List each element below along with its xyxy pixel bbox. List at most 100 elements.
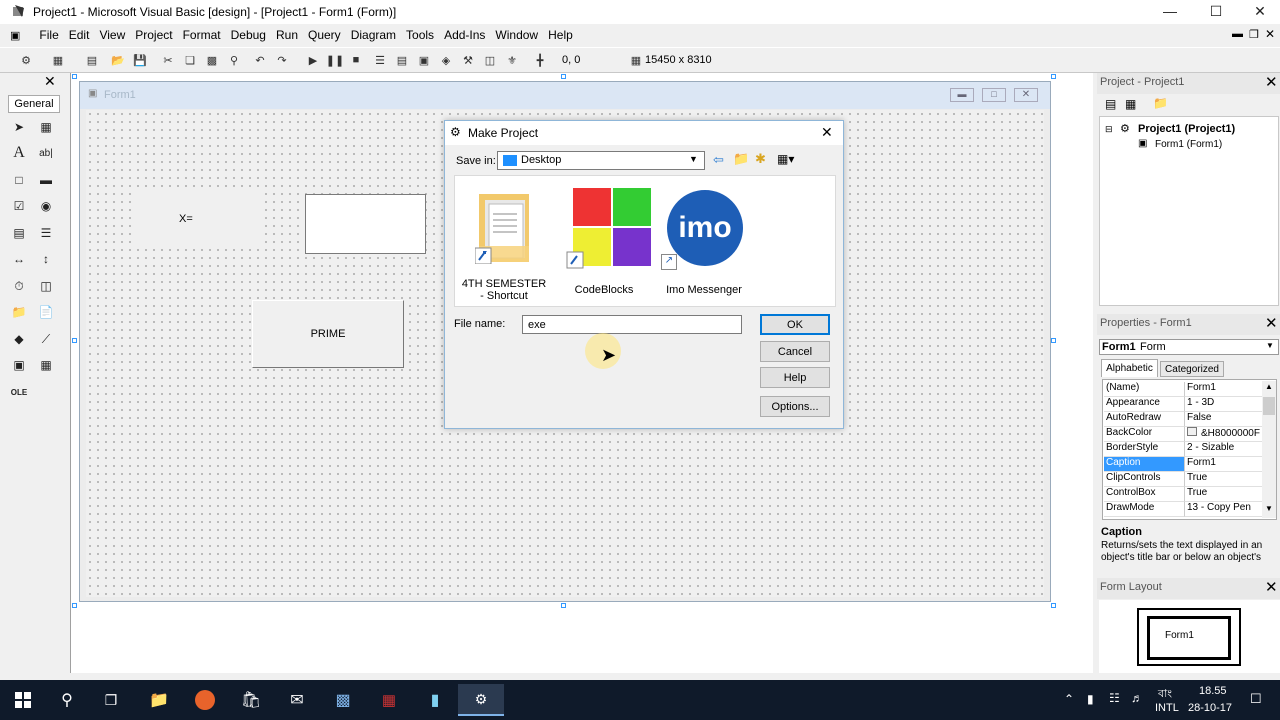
prime-button[interactable]: PRIME (252, 300, 404, 368)
toolbox-tab-general[interactable]: General (8, 95, 60, 113)
network-icon[interactable]: ☷ (1109, 691, 1120, 705)
volume-icon[interactable]: ♬ (1131, 691, 1143, 705)
menu-project[interactable]: Project (130, 28, 177, 42)
store-icon[interactable]: 🛍 (228, 684, 274, 716)
line-tool-icon[interactable]: ⟋ (36, 329, 56, 349)
open-project-icon[interactable]: 📂 (110, 52, 126, 68)
form-layout-icon[interactable]: ▣ (416, 52, 432, 68)
pointer-tool-icon[interactable]: ➤ (9, 117, 29, 137)
drivelistbox-tool-icon[interactable]: ◫ (36, 276, 56, 296)
options-button[interactable]: Options... (760, 396, 830, 417)
tree-form1[interactable]: Form1 (Form1) (1155, 139, 1222, 150)
toolbox-icon[interactable]: ⚒ (460, 52, 476, 68)
property-row[interactable]: AutoRedraw False (1104, 412, 1262, 427)
copy-icon[interactable]: ❏ (182, 52, 198, 68)
resize-handle[interactable] (561, 603, 566, 608)
file-list[interactable]: 4TH SEMESTER - Shortcut CodeBlocks imo ↗… (454, 175, 836, 307)
close-button[interactable]: ✕ (1238, 0, 1280, 22)
textbox-tool-icon[interactable]: ab| (36, 143, 56, 163)
back-icon[interactable]: ⇦ (713, 152, 724, 168)
view-menu-icon[interactable]: ▦▾ (777, 152, 794, 166)
file-explorer-icon[interactable]: 📁 (136, 684, 182, 716)
label-x[interactable]: X= (134, 193, 264, 249)
task-view-icon[interactable]: ❐ (88, 684, 134, 716)
resize-handle[interactable] (1051, 338, 1056, 343)
tab-alphabetic[interactable]: Alphabetic (1101, 359, 1158, 377)
resize-handle[interactable] (72, 338, 77, 343)
resize-handle[interactable] (1051, 74, 1056, 79)
add-project-icon[interactable]: ⚙ (18, 52, 34, 68)
file-name-input[interactable]: exe (522, 315, 742, 334)
menu-debug[interactable]: Debug (226, 28, 271, 42)
start-icon[interactable]: ▶ (305, 52, 321, 68)
dirlistbox-tool-icon[interactable]: 📁 (9, 302, 29, 322)
listbox-tool-icon[interactable]: ☰ (36, 223, 56, 243)
firefox-icon[interactable] (182, 684, 228, 716)
property-row[interactable]: ClipControls True (1104, 472, 1262, 487)
codeblocks-taskbar-icon[interactable]: ▦ (366, 684, 412, 716)
new-folder-icon[interactable]: ✱ (755, 151, 766, 167)
menu-query[interactable]: Query (303, 28, 346, 42)
timer-tool-icon[interactable]: ⏱ (9, 276, 29, 296)
add-form-icon[interactable]: ▦ (50, 52, 66, 68)
notification-icon[interactable]: ☐ (1250, 691, 1262, 707)
toggle-folders-icon[interactable]: 📁 (1153, 96, 1168, 110)
properties-window-icon[interactable]: ▤ (394, 52, 410, 68)
mdi-close-icon[interactable]: ✕ (1265, 27, 1275, 41)
view-object-icon[interactable]: ▦ (1125, 97, 1136, 111)
menu-tools[interactable]: Tools (401, 28, 439, 42)
property-row[interactable]: ControlBox True (1104, 487, 1262, 502)
tab-categorized[interactable]: Categorized (1160, 361, 1224, 377)
tree-project-root[interactable]: Project1 (Project1) (1138, 123, 1235, 135)
start-button[interactable] (0, 684, 46, 716)
battery-icon[interactable]: ▮ (1087, 692, 1094, 706)
paste-icon[interactable]: ▩ (204, 52, 220, 68)
picturebox-tool-icon[interactable]: ▦ (36, 117, 56, 137)
menu-edit[interactable]: Edit (64, 28, 95, 42)
property-row[interactable]: Appearance 1 - 3D (1104, 397, 1262, 412)
frame-tool-icon[interactable]: □ (9, 170, 29, 190)
property-row[interactable]: BorderStyle 2 - Sizable (1104, 442, 1262, 457)
search-icon[interactable]: ⚲ (44, 684, 90, 716)
toolbox-close-icon[interactable]: ✕ (44, 73, 56, 90)
textbox-input[interactable] (305, 194, 426, 254)
menu-help[interactable]: Help (543, 28, 578, 42)
menu-run[interactable]: Run (271, 28, 303, 42)
combobox-tool-icon[interactable]: ▤ (9, 223, 29, 243)
scroll-down-icon[interactable]: ▼ (1265, 504, 1273, 513)
file-item[interactable]: imo ↗ Imo Messenger (661, 182, 747, 296)
notes-icon[interactable]: ▮ (412, 684, 458, 716)
data-tool-icon[interactable]: ▦ (36, 355, 56, 375)
properties-panel-close-icon[interactable]: ✕ (1265, 314, 1278, 332)
object-selector[interactable]: Form1 Form ▼ (1099, 339, 1279, 355)
menu-file[interactable]: File (34, 28, 63, 42)
scroll-up-icon[interactable]: ▲ (1265, 382, 1273, 391)
shape-tool-icon[interactable]: ◆ (9, 329, 29, 349)
view-code-icon[interactable]: ▤ (1105, 97, 1116, 111)
filelistbox-tool-icon[interactable]: 📄 (36, 302, 56, 322)
vscrollbar-tool-icon[interactable]: ↕ (36, 249, 56, 269)
tree-collapse-icon[interactable]: ⊟ (1105, 124, 1113, 135)
property-row[interactable]: DrawMode 13 - Copy Pen (1104, 502, 1262, 517)
minimize-button[interactable]: — (1148, 0, 1192, 22)
component-manager-icon[interactable]: ⚜ (504, 52, 520, 68)
project-explorer-icon[interactable]: ☰ (372, 52, 388, 68)
help-button[interactable]: Help (760, 367, 830, 388)
up-folder-icon[interactable]: 📁 (733, 151, 749, 167)
menu-add-ins[interactable]: Add-Ins (439, 28, 490, 42)
maximize-button[interactable]: ☐ (1194, 0, 1238, 22)
resize-handle[interactable] (561, 74, 566, 79)
property-row[interactable]: (Name) Form1 (1104, 382, 1262, 397)
ole-tool-icon[interactable]: OLE (9, 382, 29, 402)
form-layout-close-icon[interactable]: ✕ (1265, 578, 1278, 596)
clock-time[interactable]: 18.55 (1199, 685, 1227, 697)
optionbutton-tool-icon[interactable]: ◉ (36, 196, 56, 216)
property-row-selected[interactable]: Caption Form1 (1104, 457, 1262, 472)
save-project-icon[interactable]: 💾 (132, 52, 148, 68)
image-tool-icon[interactable]: ▣ (9, 355, 29, 375)
clock-date[interactable]: 28-10-17 (1188, 702, 1232, 714)
mdi-restore-icon[interactable]: ❐ (1249, 28, 1259, 41)
vb6-taskbar-icon[interactable]: ⚙ (458, 684, 504, 716)
break-icon[interactable]: ❚❚ (326, 52, 344, 68)
menu-view[interactable]: View (94, 28, 130, 42)
